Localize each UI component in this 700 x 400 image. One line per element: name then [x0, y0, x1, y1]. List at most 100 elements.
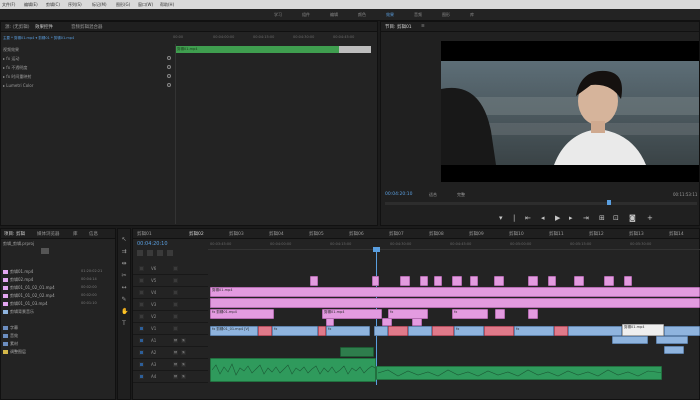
- folder-icon[interactable]: [41, 248, 49, 254]
- tab-sequence[interactable]: 剪辑02: [189, 231, 204, 237]
- menu-file[interactable]: 文件(F): [2, 2, 15, 8]
- ripple-edit-tool-icon[interactable]: ⇹: [121, 261, 127, 267]
- go-to-in-icon[interactable]: ⇤: [525, 214, 531, 222]
- timeline-timecode[interactable]: 00:04:20:10: [137, 241, 168, 247]
- lock-icon[interactable]: [139, 278, 144, 283]
- menu-sequence[interactable]: 序列(S): [68, 2, 82, 8]
- menu-marker[interactable]: 标记(M): [92, 2, 107, 8]
- project-item[interactable]: 剪辑02.mp4 00:04:14: [3, 277, 103, 285]
- source-patch-icon[interactable]: [139, 338, 144, 343]
- tab-source[interactable]: 源: (无剪辑): [5, 24, 29, 30]
- menu-clip[interactable]: 剪辑(C): [46, 2, 60, 8]
- timeline-clip[interactable]: [210, 298, 700, 308]
- source-patch-icon[interactable]: [139, 362, 144, 367]
- solo-icon[interactable]: S: [181, 374, 186, 379]
- timeline-clip[interactable]: [574, 276, 584, 286]
- tab-libraries[interactable]: 库: [73, 231, 78, 237]
- workspace-assembly[interactable]: 组件: [302, 12, 310, 18]
- step-back-icon[interactable]: ◂: [541, 214, 545, 222]
- tab-sequence[interactable]: 剪辑04: [269, 231, 284, 237]
- ec-row-time-remap[interactable]: ▸ fx 时间重映射: [3, 74, 31, 80]
- tab-sequence[interactable]: 剪辑13: [629, 231, 644, 237]
- timeline-clip[interactable]: [326, 318, 334, 326]
- timeline-clip[interactable]: 剪辑01.mp4: [622, 324, 664, 336]
- timeline-clip[interactable]: [420, 276, 428, 286]
- audio-clip[interactable]: [340, 347, 374, 357]
- reset-icon[interactable]: [167, 83, 171, 87]
- play-icon[interactable]: ▶: [555, 214, 560, 222]
- timeline-clip[interactable]: fx: [452, 309, 488, 319]
- timeline-clip[interactable]: fx 剪辑01_01.mp4 [V]: [210, 326, 258, 336]
- snap-icon[interactable]: [137, 250, 143, 256]
- tab-media-browser[interactable]: 媒体浏览器: [37, 231, 60, 237]
- timeline-clip[interactable]: [318, 326, 326, 336]
- menu-window[interactable]: 窗口(W): [138, 2, 153, 8]
- selection-tool-icon[interactable]: ↖: [121, 237, 127, 243]
- timeline-clip[interactable]: [412, 318, 422, 326]
- add-marker-icon[interactable]: [157, 250, 163, 256]
- playhead-handle[interactable]: [373, 247, 380, 252]
- program-timecode[interactable]: 00:04:20:10: [385, 192, 412, 197]
- linked-selection-icon[interactable]: [147, 250, 153, 256]
- timeline-clip[interactable]: [484, 326, 514, 336]
- eye-icon[interactable]: [173, 302, 178, 307]
- timeline-clip[interactable]: [382, 318, 392, 326]
- timeline-clip[interactable]: [554, 326, 568, 336]
- audio-clip[interactable]: [376, 366, 662, 380]
- workspace-graphics[interactable]: 图形: [442, 12, 450, 18]
- mute-icon[interactable]: M: [173, 338, 178, 343]
- menu-help[interactable]: 帮助(H): [160, 2, 174, 8]
- tab-project[interactable]: 项目: 剪辑: [4, 231, 25, 237]
- project-item[interactable]: 调整图层: [3, 349, 103, 357]
- source-patch-icon[interactable]: [139, 374, 144, 379]
- timeline-clip[interactable]: [664, 326, 700, 336]
- timeline-clip[interactable]: [548, 276, 556, 286]
- audio-clip[interactable]: [210, 358, 376, 382]
- tab-sequence[interactable]: 剪辑11: [549, 231, 564, 237]
- timeline-clip[interactable]: [310, 276, 318, 286]
- reset-icon[interactable]: [167, 56, 171, 60]
- eye-icon[interactable]: [173, 278, 178, 283]
- ec-row-lumetri[interactable]: ▸ Lumetri Color: [3, 83, 33, 88]
- tab-sequence[interactable]: 剪辑07: [389, 231, 404, 237]
- type-tool-icon[interactable]: T: [121, 321, 127, 327]
- mute-icon[interactable]: M: [173, 374, 178, 379]
- mute-icon[interactable]: M: [173, 350, 178, 355]
- workspace-effects[interactable]: 效果: [386, 12, 394, 18]
- tab-audio-mixer[interactable]: 音频剪辑混合器: [71, 24, 103, 30]
- ec-clip-bar[interactable]: 剪辑01.mp4: [176, 46, 339, 53]
- eye-icon[interactable]: [173, 314, 178, 319]
- project-item[interactable]: 剪辑01_01_03.mp4 00:01:10: [3, 301, 103, 309]
- timeline-clip[interactable]: [528, 276, 538, 286]
- ec-row-motion[interactable]: ▸ fx 运动: [3, 56, 19, 62]
- tab-sequence[interactable]: 剪辑09: [469, 231, 484, 237]
- menu-edit[interactable]: 编辑(E): [24, 2, 38, 8]
- go-to-out-icon[interactable]: ⇥: [583, 214, 589, 222]
- timeline-clip[interactable]: [664, 346, 684, 354]
- timeline-clip[interactable]: [624, 276, 632, 286]
- source-patch-icon[interactable]: [139, 350, 144, 355]
- tab-sequence[interactable]: 剪辑01: [137, 231, 152, 237]
- fit-dropdown[interactable]: 适合: [429, 192, 437, 198]
- eye-icon[interactable]: [173, 326, 178, 331]
- eye-icon[interactable]: [173, 266, 178, 271]
- tab-sequence[interactable]: 剪辑14: [669, 231, 684, 237]
- mute-icon[interactable]: M: [173, 362, 178, 367]
- quality-dropdown[interactable]: 完整: [457, 192, 465, 198]
- timeline-clip[interactable]: [470, 276, 478, 286]
- eye-icon[interactable]: [173, 290, 178, 295]
- timeline-clip[interactable]: [656, 336, 688, 344]
- timeline-clip[interactable]: [258, 326, 272, 336]
- ec-row-opacity[interactable]: ▸ fx 不透明度: [3, 65, 27, 71]
- workspace-color[interactable]: 颜色: [358, 12, 366, 18]
- lock-icon[interactable]: [139, 302, 144, 307]
- timeline-clip[interactable]: [400, 276, 410, 286]
- solo-icon[interactable]: S: [181, 338, 186, 343]
- slip-tool-icon[interactable]: ↔: [121, 285, 127, 291]
- timeline-clip[interactable]: fx: [272, 326, 318, 336]
- timeline-clip[interactable]: [432, 326, 454, 336]
- timeline-clip[interactable]: [495, 309, 505, 319]
- tab-sequence[interactable]: 剪辑05: [309, 231, 324, 237]
- project-item[interactable]: 剪辑01_01_02_02.mp4 00:02:00: [3, 293, 103, 301]
- project-item[interactable]: 音效: [3, 333, 103, 341]
